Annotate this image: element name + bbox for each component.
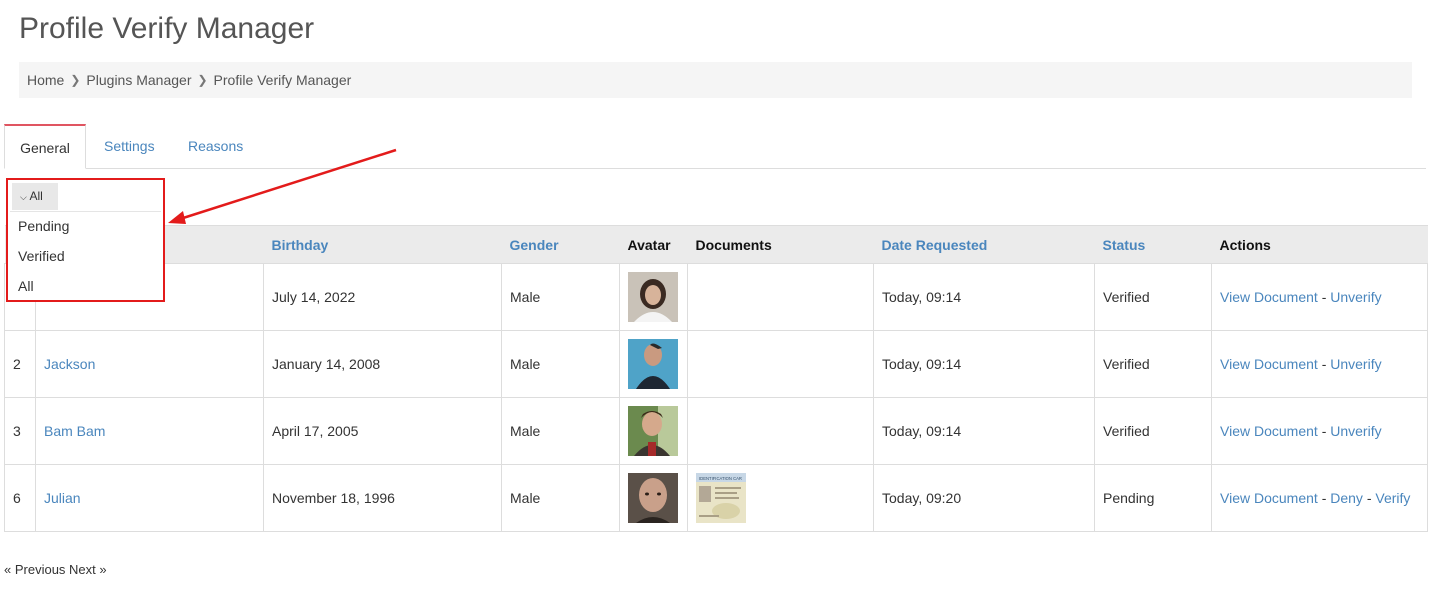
row-gender: Male xyxy=(501,464,620,532)
row-birthday: January 14, 2008 xyxy=(263,330,502,398)
tab-general[interactable]: General xyxy=(4,124,86,169)
row-gender: Male xyxy=(501,263,620,331)
row-actions: View Document - Unverify xyxy=(1211,263,1428,331)
breadcrumb: Home ❯ Plugins Manager ❯ Profile Verify … xyxy=(19,62,1412,98)
unverify-link[interactable]: Unverify xyxy=(1330,289,1381,305)
filter-option-pending[interactable]: Pending xyxy=(18,218,69,234)
separator: - xyxy=(1321,289,1331,305)
page-title: Profile Verify Manager xyxy=(19,12,315,45)
status-filter-dropdown: ⌵ All Pending Verified All xyxy=(6,178,165,302)
row-avatar xyxy=(619,330,688,398)
tab-reasons[interactable]: Reasons xyxy=(188,124,243,168)
table-row: 3 Bam Bam April 17, 2005 Male Today, 09:… xyxy=(4,397,1428,465)
row-actions: View Document - Unverify xyxy=(1211,397,1428,465)
breadcrumb-plugins[interactable]: Plugins Manager xyxy=(86,72,191,88)
col-status[interactable]: Status xyxy=(1094,225,1212,264)
unverify-link[interactable]: Unverify xyxy=(1330,356,1381,372)
id-card-document[interactable]: IDENTIFICATION CAR xyxy=(696,473,746,523)
col-actions: Actions xyxy=(1211,225,1428,264)
row-name: Jackson xyxy=(35,330,264,398)
row-actions: View Document - Deny - Verify xyxy=(1211,464,1428,532)
view-document-link[interactable]: View Document xyxy=(1220,356,1318,372)
next-page-link[interactable]: Next » xyxy=(69,562,107,577)
row-status: Pending xyxy=(1094,464,1212,532)
row-id: 3 xyxy=(4,397,36,465)
verify-link[interactable]: Verify xyxy=(1375,490,1410,506)
row-date: Today, 09:14 xyxy=(873,330,1095,398)
separator: - xyxy=(1321,490,1331,506)
row-gender: Male xyxy=(501,330,620,398)
verify-table: Birthday Gender Avatar Documents Date Re… xyxy=(4,225,1428,532)
separator: - xyxy=(1321,356,1331,372)
user-link[interactable]: Jackson xyxy=(44,356,95,372)
pagination: « Previous Next » xyxy=(4,562,107,577)
row-date: Today, 09:14 xyxy=(873,263,1095,331)
avatar[interactable] xyxy=(628,272,678,322)
col-birthday[interactable]: Birthday xyxy=(263,225,502,264)
filter-selected: All xyxy=(29,189,43,203)
unverify-link[interactable]: Unverify xyxy=(1330,423,1381,439)
filter-option-all[interactable]: All xyxy=(18,278,34,294)
row-documents xyxy=(687,263,874,331)
view-document-link[interactable]: View Document xyxy=(1220,490,1318,506)
view-document-link[interactable]: View Document xyxy=(1220,289,1318,305)
tab-settings[interactable]: Settings xyxy=(104,124,155,168)
row-avatar xyxy=(619,464,688,532)
view-document-link[interactable]: View Document xyxy=(1220,423,1318,439)
row-date: Today, 09:20 xyxy=(873,464,1095,532)
filter-toggle[interactable]: ⌵ All xyxy=(12,183,58,210)
table-header-row: Birthday Gender Avatar Documents Date Re… xyxy=(4,225,1428,264)
col-date-requested[interactable]: Date Requested xyxy=(873,225,1095,264)
tab-bar: General Settings Reasons xyxy=(4,124,1426,169)
previous-page-link[interactable]: « Previous xyxy=(4,562,65,577)
row-birthday: July 14, 2022 xyxy=(263,263,502,331)
col-documents: Documents xyxy=(687,225,874,264)
breadcrumb-current: Profile Verify Manager xyxy=(213,72,352,88)
row-documents xyxy=(687,330,874,398)
row-id: 2 xyxy=(4,330,36,398)
table-row: 6 Julian November 18, 1996 Male IDENTIFI… xyxy=(4,464,1428,532)
user-link[interactable]: Bam Bam xyxy=(44,423,105,439)
deny-link[interactable]: Deny xyxy=(1330,490,1363,506)
avatar[interactable] xyxy=(628,339,678,389)
row-status: Verified xyxy=(1094,330,1212,398)
filter-option-verified[interactable]: Verified xyxy=(18,248,65,264)
doc-caption: IDENTIFICATION CAR xyxy=(699,476,742,481)
chevron-right-icon: ❯ xyxy=(197,73,208,87)
table-row: July 14, 2022 Male Today, 09:14 Verified… xyxy=(4,263,1428,331)
row-avatar xyxy=(619,263,688,331)
row-birthday: April 17, 2005 xyxy=(263,397,502,465)
row-status: Verified xyxy=(1094,263,1212,331)
col-gender[interactable]: Gender xyxy=(501,225,620,264)
row-date: Today, 09:14 xyxy=(873,397,1095,465)
table-row: 2 Jackson January 14, 2008 Male Today, 0… xyxy=(4,330,1428,398)
chevron-down-icon: ⌵ xyxy=(20,192,27,202)
chevron-right-icon: ❯ xyxy=(70,73,81,87)
row-documents xyxy=(687,397,874,465)
breadcrumb-home[interactable]: Home xyxy=(27,72,64,88)
divider xyxy=(10,211,161,212)
avatar[interactable] xyxy=(628,473,678,523)
user-link[interactable]: Julian xyxy=(44,490,81,506)
row-documents: IDENTIFICATION CAR xyxy=(687,464,874,532)
row-name: Bam Bam xyxy=(35,397,264,465)
row-status: Verified xyxy=(1094,397,1212,465)
avatar[interactable] xyxy=(628,406,678,456)
row-avatar xyxy=(619,397,688,465)
col-avatar: Avatar xyxy=(619,225,688,264)
row-id: 6 xyxy=(4,464,36,532)
row-gender: Male xyxy=(501,397,620,465)
row-actions: View Document - Unverify xyxy=(1211,330,1428,398)
separator: - xyxy=(1321,423,1331,439)
row-birthday: November 18, 1996 xyxy=(263,464,502,532)
row-name: Julian xyxy=(35,464,264,532)
